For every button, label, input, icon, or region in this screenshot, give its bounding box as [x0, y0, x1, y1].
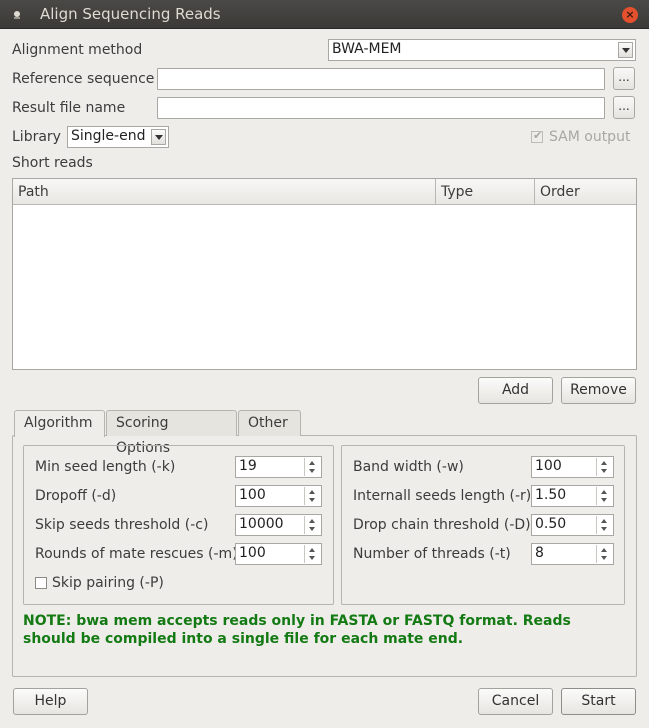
spin-arrows-icon[interactable]: [596, 545, 611, 563]
result-file-input[interactable]: [157, 97, 605, 119]
column-header-order[interactable]: Order: [535, 179, 636, 205]
skip-pairing-checkbox[interactable]: [35, 577, 47, 589]
drop-chain-threshold-label: Drop chain threshold (-D): [353, 517, 531, 533]
sam-output-checkbox[interactable]: [531, 129, 543, 143]
tab-other[interactable]: Other: [238, 410, 301, 436]
mate-rescues-value: 100: [239, 545, 266, 561]
dropoff-label: Dropoff (-d): [35, 488, 117, 504]
column-header-type[interactable]: Type: [436, 179, 535, 205]
band-width-label: Band width (-w): [353, 459, 464, 475]
library-label: Library: [12, 129, 61, 145]
remove-button[interactable]: Remove: [561, 377, 636, 404]
chevron-down-icon: [618, 42, 633, 58]
spin-arrows-icon[interactable]: [304, 487, 319, 505]
format-note: NOTE: bwa mem accepts reads only in FAST…: [23, 613, 571, 647]
drop-chain-threshold-value: 0.50: [535, 516, 567, 532]
dropoff-value: 100: [239, 487, 266, 503]
band-width-value: 100: [535, 458, 562, 474]
spin-arrows-icon[interactable]: [304, 545, 319, 563]
tab-scoring-options[interactable]: Scoring Options: [106, 410, 237, 456]
browse-result-button[interactable]: ...: [613, 96, 635, 119]
min-seed-length-label: Min seed length (-k): [35, 459, 176, 475]
alignment-method-label: Alignment method: [12, 42, 143, 58]
alignment-method-value: BWA-MEM: [332, 41, 402, 57]
add-button[interactable]: Add: [478, 377, 553, 404]
reference-sequence-label: Reference sequence: [12, 71, 155, 87]
short-reads-table[interactable]: Path Type Order: [12, 178, 637, 370]
internal-seeds-length-label: Internall seeds length (-r): [353, 488, 532, 504]
column-header-path[interactable]: Path: [13, 179, 436, 205]
min-seed-length-spinbox[interactable]: 19: [235, 456, 322, 478]
skip-seeds-threshold-spinbox[interactable]: 10000: [235, 514, 322, 536]
short-reads-label: Short reads: [12, 155, 93, 171]
start-button[interactable]: Start: [561, 688, 636, 715]
help-button[interactable]: Help: [13, 688, 88, 715]
internal-seeds-length-value: 1.50: [535, 487, 567, 503]
band-width-spinbox[interactable]: 100: [531, 456, 614, 478]
spin-arrows-icon[interactable]: [596, 487, 611, 505]
reference-sequence-input[interactable]: [157, 68, 605, 90]
number-of-threads-spinbox[interactable]: 8: [531, 543, 614, 565]
spin-arrows-icon[interactable]: [304, 516, 319, 534]
mate-rescues-spinbox[interactable]: 100: [235, 543, 322, 565]
internal-seeds-length-spinbox[interactable]: 1.50: [531, 485, 614, 507]
skip-pairing-label: Skip pairing (-P): [52, 575, 164, 591]
library-select[interactable]: Single-end: [67, 126, 169, 148]
min-seed-length-value: 19: [239, 458, 257, 474]
table-header: Path Type Order: [13, 179, 636, 205]
spin-arrows-icon[interactable]: [596, 458, 611, 476]
browse-reference-button[interactable]: ...: [613, 67, 635, 90]
spin-arrows-icon[interactable]: [304, 458, 319, 476]
dropoff-spinbox[interactable]: 100: [235, 485, 322, 507]
skip-seeds-threshold-label: Skip seeds threshold (-c): [35, 517, 209, 533]
number-of-threads-label: Number of threads (-t): [353, 546, 511, 562]
app-icon: [14, 11, 20, 19]
window-title: Align Sequencing Reads: [40, 5, 221, 23]
tab-algorithm[interactable]: Algorithm: [14, 410, 105, 437]
skip-seeds-threshold-value: 10000: [239, 516, 284, 532]
number-of-threads-value: 8: [535, 545, 544, 561]
drop-chain-threshold-spinbox[interactable]: 0.50: [531, 514, 614, 536]
spin-arrows-icon[interactable]: [596, 516, 611, 534]
cancel-button[interactable]: Cancel: [478, 688, 553, 715]
alignment-method-select[interactable]: BWA-MEM: [328, 39, 636, 61]
sam-output-label: SAM output: [549, 129, 631, 145]
close-icon[interactable]: ×: [622, 7, 638, 23]
title-bar: Align Sequencing Reads ×: [0, 0, 649, 29]
chevron-down-icon: [151, 129, 166, 145]
library-value: Single-end: [71, 128, 146, 144]
mate-rescues-label: Rounds of mate rescues (-m): [35, 546, 238, 562]
result-file-label: Result file name: [12, 100, 126, 116]
